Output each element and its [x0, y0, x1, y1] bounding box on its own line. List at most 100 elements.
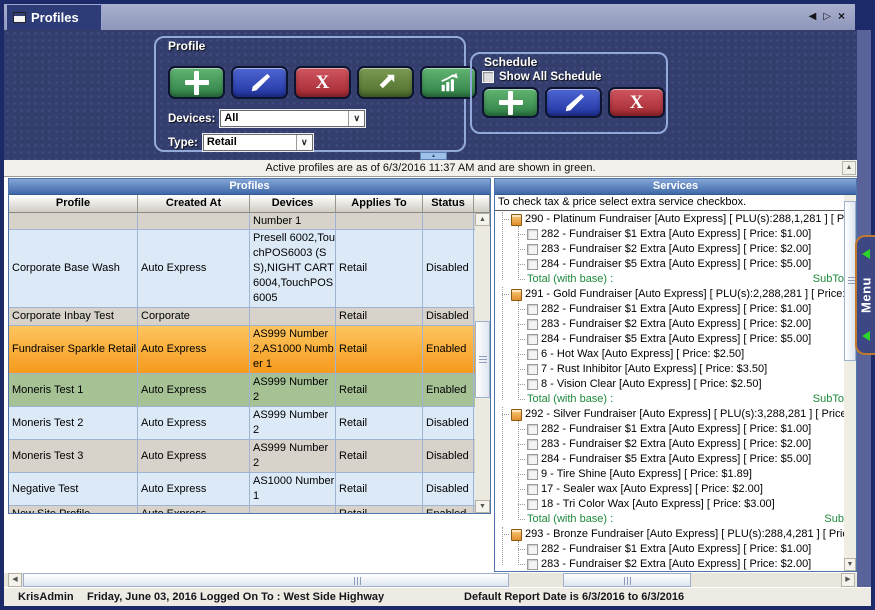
table-row[interactable]: Corporate Base WashAuto ExpressPresell 6… [9, 230, 475, 308]
show-all-schedule-label: Show All Schedule [499, 71, 601, 83]
scroll-right-icon[interactable]: ▶ [841, 573, 855, 587]
devices-select[interactable]: All ∨ [220, 110, 365, 127]
profile-delete-button[interactable]: X [294, 66, 351, 99]
scroll-down-icon[interactable]: ▼ [475, 500, 490, 513]
service-item-row[interactable]: 282 - Fundraiser $1 Extra [Auto Express]… [495, 227, 844, 242]
service-group: 290 - Platinum Fundraiser [Auto Express]… [495, 212, 844, 287]
service-checkbox[interactable] [527, 499, 538, 510]
cell-status: Disabled [423, 473, 474, 505]
column-header[interactable]: Applies To [336, 195, 423, 213]
service-item-row[interactable]: 9 - Tire Shine [Auto Express] [ Price: $… [495, 467, 844, 482]
service-item-row[interactable]: 283 - Fundraiser $2 Extra [Auto Express]… [495, 242, 844, 257]
service-item-row[interactable]: 284 - Fundraiser $5 Extra [Auto Express]… [495, 257, 844, 272]
tab-profiles[interactable]: Profiles [6, 4, 102, 30]
table-row[interactable]: Negative TestAuto ExpressAS1000 Number 1… [9, 473, 475, 506]
service-item-row[interactable]: 283 - Fundraiser $2 Extra [Auto Express]… [495, 557, 844, 571]
service-group: 291 - Gold Fundraiser [Auto Express] [ P… [495, 287, 844, 407]
service-checkbox[interactable] [527, 244, 538, 255]
service-checkbox[interactable] [527, 364, 538, 375]
service-item-row[interactable]: 284 - Fundraiser $5 Extra [Auto Express]… [495, 452, 844, 467]
type-label: Type: [168, 137, 198, 149]
service-group-label: 291 - Gold Fundraiser [Auto Express] [ P… [525, 287, 844, 302]
scroll-up-icon[interactable]: ▲ [842, 161, 856, 175]
service-checkbox[interactable] [527, 484, 538, 495]
schedule-edit-button[interactable] [545, 87, 602, 118]
service-checkbox[interactable] [527, 229, 538, 240]
service-checkbox[interactable] [527, 424, 538, 435]
service-checkbox[interactable] [527, 469, 538, 480]
show-all-schedule-checkbox[interactable] [482, 71, 494, 83]
scrollbar-thumb[interactable] [475, 321, 490, 398]
service-checkbox[interactable] [527, 259, 538, 270]
service-item-label: 282 - Fundraiser $1 Extra [Auto Express]… [541, 542, 811, 557]
profile-add-button[interactable] [168, 66, 225, 99]
service-item-label: 282 - Fundraiser $1 Extra [Auto Express]… [541, 422, 811, 437]
service-item-label: 283 - Fundraiser $2 Extra [Auto Express]… [541, 317, 811, 332]
menu-tab[interactable]: Menu [855, 235, 875, 355]
service-item-row[interactable]: 282 - Fundraiser $1 Extra [Auto Express]… [495, 542, 844, 557]
service-group-row[interactable]: 293 - Bronze Fundraiser [Auto Express] [… [495, 527, 844, 542]
column-header[interactable]: Created At [138, 195, 250, 213]
table-row[interactable]: Moneris Test 3Auto ExpressAS999 Number 2… [9, 440, 475, 473]
close-icon[interactable]: × [838, 9, 845, 25]
table-row[interactable]: Fundraiser Sparkle RetailAuto ExpressAS9… [9, 326, 475, 374]
service-group-row[interactable]: 290 - Platinum Fundraiser [Auto Express]… [495, 212, 844, 227]
tree-connector [518, 489, 525, 490]
scroll-down-icon[interactable]: ▼ [844, 558, 856, 571]
table-row[interactable]: Number 1 [9, 213, 475, 230]
cell-status: Enabled [423, 506, 474, 513]
service-item-row[interactable]: 8 - Vision Clear [Auto Express] [ Price:… [495, 377, 844, 392]
service-checkbox[interactable] [527, 559, 538, 570]
profile-edit-button[interactable] [231, 66, 288, 99]
service-item-row[interactable]: 7 - Rust Inhibitor [Auto Express] [ Pric… [495, 362, 844, 377]
table-row[interactable]: Corporate Inbay TestCorporateRetailDisab… [9, 308, 475, 326]
service-item-row[interactable]: 6 - Hot Wax [Auto Express] [ Price: $2.5… [495, 347, 844, 362]
schedule-delete-button[interactable]: X [608, 87, 665, 118]
service-item-row[interactable]: 284 - Fundraiser $5 Extra [Auto Express]… [495, 332, 844, 347]
service-checkbox[interactable] [527, 334, 538, 345]
column-header[interactable]: Devices [250, 195, 336, 213]
service-item-row[interactable]: 18 - Tri Color Wax [Auto Express] [ Pric… [495, 497, 844, 512]
nav-back-icon[interactable]: ◀ [809, 9, 817, 25]
horizontal-scrollbar[interactable]: ◀ ▶ [4, 573, 857, 587]
splitter-collapse-handle[interactable]: ▲ [420, 152, 447, 160]
service-item-row[interactable]: 282 - Fundraiser $1 Extra [Auto Express]… [495, 302, 844, 317]
profile-export-button[interactable] [357, 66, 414, 99]
scrollbar-thumb[interactable] [23, 573, 509, 587]
profile-group: Profile X [154, 36, 466, 152]
profiles-panel: Profiles ProfileCreated AtDevicesApplies… [8, 178, 491, 514]
menu-tab-label: Menu [859, 277, 874, 313]
service-item-row[interactable]: 17 - Sealer wax [Auto Express] [ Price: … [495, 482, 844, 497]
service-checkbox[interactable] [527, 439, 538, 450]
service-group-row[interactable]: 291 - Gold Fundraiser [Auto Express] [ P… [495, 287, 844, 302]
type-select[interactable]: Retail ∨ [203, 134, 313, 151]
tree-connector [518, 249, 525, 250]
service-checkbox[interactable] [527, 304, 538, 315]
service-item-row[interactable]: 283 - Fundraiser $2 Extra [Auto Express]… [495, 317, 844, 332]
service-checkbox[interactable] [527, 454, 538, 465]
service-group-row[interactable]: 292 - Silver Fundraiser [Auto Express] [… [495, 407, 844, 422]
scroll-left-icon[interactable]: ◀ [8, 573, 22, 587]
table-row[interactable]: New Site ProfileAuto ExpressRetailEnable… [9, 506, 475, 513]
nav-forward-icon[interactable]: ▷ [823, 9, 831, 25]
service-item-row[interactable]: 282 - Fundraiser $1 Extra [Auto Express]… [495, 422, 844, 437]
service-checkbox[interactable] [527, 544, 538, 555]
profiles-table-vertical-scrollbar[interactable]: ▲ ▼ [475, 213, 490, 513]
table-row[interactable]: Moneris Test 2Auto ExpressAS999 Number 2… [9, 407, 475, 440]
service-checkbox[interactable] [527, 379, 538, 390]
cell-created: Auto Express [138, 440, 250, 472]
active-profiles-message: Active profiles are as of 6/3/2016 11:37… [266, 162, 596, 174]
table-row[interactable]: Moneris Test 1Auto ExpressAS999 Number 2… [9, 374, 475, 407]
service-item-label: 9 - Tire Shine [Auto Express] [ Price: $… [541, 467, 752, 482]
schedule-add-button[interactable] [482, 87, 539, 118]
scroll-up-icon[interactable]: ▲ [475, 213, 490, 226]
service-checkbox[interactable] [527, 349, 538, 360]
service-checkbox[interactable] [527, 319, 538, 330]
service-item-label: 282 - Fundraiser $1 Extra [Auto Express]… [541, 302, 811, 317]
service-item-row[interactable]: 283 - Fundraiser $2 Extra [Auto Express]… [495, 437, 844, 452]
scrollbar-thumb[interactable] [563, 573, 691, 587]
column-header[interactable]: Status [423, 195, 474, 213]
column-header[interactable]: Profile [9, 195, 138, 213]
profile-report-button[interactable] [420, 66, 477, 99]
profiles-table-header: ProfileCreated AtDevicesApplies ToStatus [9, 195, 490, 213]
